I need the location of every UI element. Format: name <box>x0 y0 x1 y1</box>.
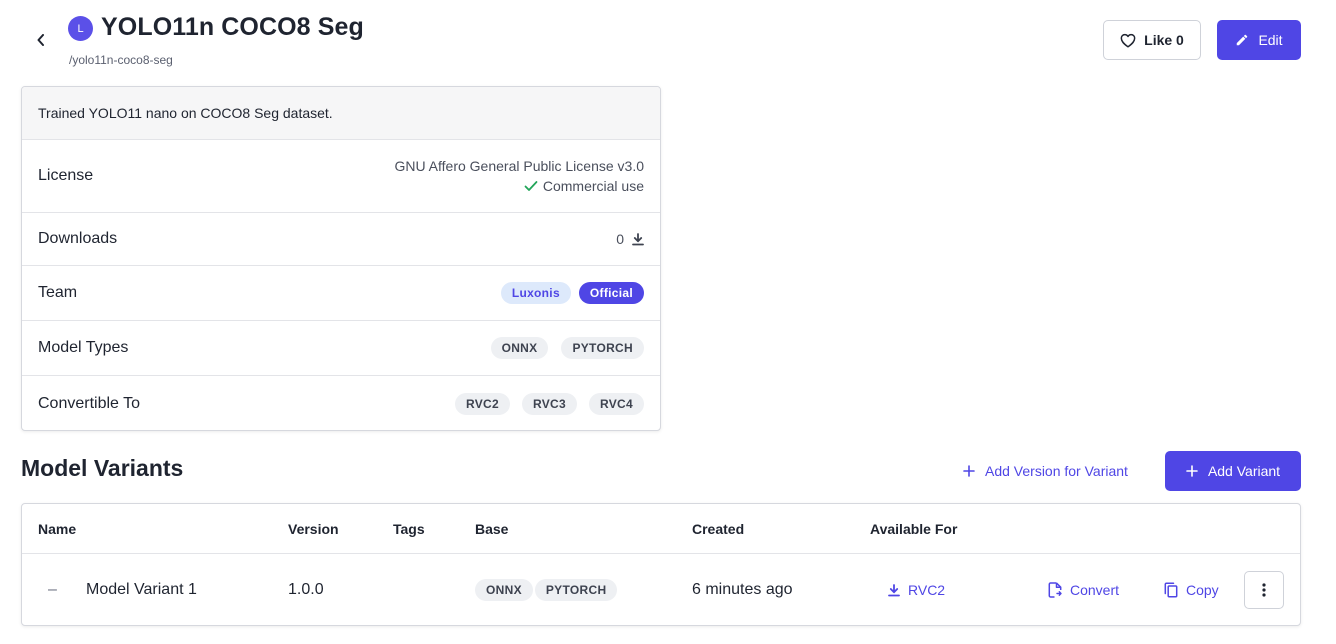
heart-icon <box>1120 33 1136 48</box>
download-rvc2-button[interactable]: RVC2 <box>888 582 945 598</box>
column-header-tags: Tags <box>393 521 425 537</box>
convertible-label: Convertible To <box>38 394 140 412</box>
available-for-label: RVC2 <box>908 582 946 598</box>
pencil-icon <box>1237 34 1248 46</box>
variant-version: 1.0.0 <box>288 581 324 598</box>
base-chip: ONNX <box>475 579 533 601</box>
variant-created: 6 minutes ago <box>692 581 793 598</box>
team-badge-luxonis: Luxonis <box>500 282 571 304</box>
convert-label: Convert <box>1070 582 1120 598</box>
convert-button[interactable]: Convert <box>1048 582 1119 598</box>
more-vertical-icon <box>1262 583 1266 597</box>
page-title: YOLO11n COCO8 Seg <box>101 13 364 41</box>
edit-label: Edit <box>1258 32 1283 48</box>
like-label: Like 0 <box>1144 32 1184 48</box>
check-icon <box>524 180 538 191</box>
more-options-button[interactable] <box>1244 571 1284 609</box>
commercial-use: Commercial use <box>524 176 644 196</box>
section-title-variants: Model Variants <box>21 455 184 481</box>
license-label: License <box>38 167 94 184</box>
avatar: L <box>68 16 93 41</box>
convert-icon <box>1048 582 1062 598</box>
license-row: License GNU Affero General Public Licens… <box>22 140 660 213</box>
edit-button[interactable]: Edit <box>1217 20 1301 60</box>
commercial-label: Commercial use <box>542 177 644 194</box>
convertible-chip: RVC3 <box>522 392 577 415</box>
like-button[interactable]: Like 0 <box>1103 20 1201 60</box>
add-variant-button[interactable]: Add Variant <box>1165 451 1301 491</box>
add-version-button[interactable]: Add Version for Variant <box>955 452 1136 490</box>
add-version-label: Add Version for Variant <box>985 463 1128 479</box>
column-header-base: Base <box>475 521 509 537</box>
model-description: Trained YOLO11 nano on COCO8 Seg dataset… <box>22 87 660 140</box>
collapse-toggle[interactable]: – <box>48 554 57 625</box>
download-icon <box>632 232 644 245</box>
table-row[interactable]: – Model Variant 1 1.0.0 ONNX PYTORCH 6 m… <box>22 554 1300 625</box>
add-variant-label: Add Variant <box>1207 463 1281 479</box>
column-header-name: Name <box>38 521 77 537</box>
model-types-chips: ONNX PYTORCH <box>490 337 644 359</box>
back-button[interactable] <box>28 28 54 52</box>
column-header-available-for: Available For <box>870 521 958 537</box>
copy-button[interactable]: Copy <box>1164 582 1219 598</box>
plus-icon <box>1186 465 1198 477</box>
variants-table: Name Version Tags Base Created Available… <box>21 503 1301 626</box>
model-info-card: Trained YOLO11 nano on COCO8 Seg dataset… <box>21 86 661 431</box>
team-label: Team <box>38 284 78 301</box>
model-types-row: Model Types ONNX PYTORCH <box>22 321 660 376</box>
team-badges: Luxonis Official <box>500 282 644 304</box>
model-type-chip: PYTORCH <box>561 337 644 359</box>
download-icon <box>888 583 900 596</box>
variant-name: Model Variant 1 <box>86 581 197 598</box>
convertible-row: Convertible To RVC2 RVC3 RVC4 <box>22 376 660 430</box>
plus-icon <box>963 465 975 477</box>
convertible-chip: RVC2 <box>455 392 510 415</box>
license-values: GNU Affero General Public License v3.0 C… <box>394 156 644 197</box>
downloads-count: 0 <box>616 231 624 247</box>
copy-label: Copy <box>1186 582 1219 598</box>
downloads-label: Downloads <box>38 230 118 247</box>
convertible-chip: RVC4 <box>589 392 644 415</box>
model-slug: /yolo11n-coco8-seg <box>69 53 173 67</box>
team-row: Team Luxonis Official <box>22 266 660 321</box>
column-header-created: Created <box>692 521 745 537</box>
downloads-row: Downloads 0 <box>22 213 660 266</box>
convertible-chips: RVC2 RVC3 RVC4 <box>455 392 644 415</box>
base-chips: ONNX PYTORCH <box>475 579 618 601</box>
chevron-left-icon <box>37 34 44 46</box>
model-types-label: Model Types <box>38 339 129 356</box>
column-header-version: Version <box>288 521 339 537</box>
copy-icon <box>1164 582 1178 598</box>
model-type-chip: ONNX <box>490 337 549 359</box>
team-badge-official: Official <box>578 282 644 304</box>
downloads-value: 0 <box>616 231 644 247</box>
collapse-symbol: – <box>48 581 57 598</box>
table-header: Name Version Tags Base Created Available… <box>22 504 1300 554</box>
license-value: GNU Affero General Public License v3.0 <box>394 157 644 174</box>
base-chip: PYTORCH <box>534 579 618 601</box>
